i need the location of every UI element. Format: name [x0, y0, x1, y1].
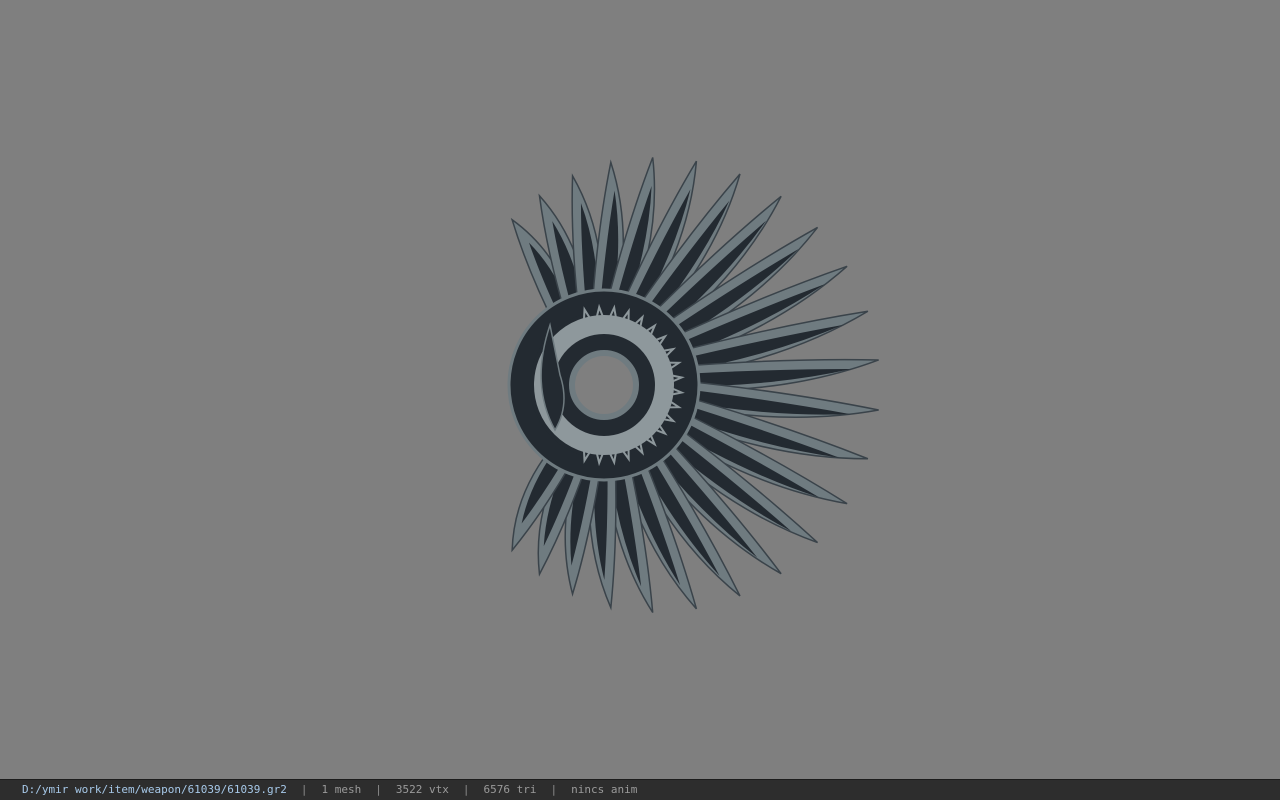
wing-core-ornament	[507, 288, 701, 482]
animation-status-label: nincs anim	[571, 783, 638, 796]
status-separator: |	[462, 783, 470, 796]
triangle-count-label: 6576 tri	[483, 783, 537, 796]
status-separator: |	[550, 783, 558, 796]
status-bar: D:/ymir work/item/weapon/61039/61039.gr2…	[0, 779, 1280, 800]
vertex-count-label: 3522 vtx	[395, 783, 449, 796]
status-separator: |	[375, 783, 382, 796]
wing-model-render	[507, 157, 879, 613]
file-path-label: D:/ymir work/item/weapon/61039/61039.gr2	[22, 783, 287, 796]
status-separator: |	[300, 783, 308, 796]
mesh-count-label: 1 mesh	[321, 783, 362, 796]
3d-viewport[interactable]	[0, 0, 1280, 779]
core-ring	[569, 350, 639, 420]
